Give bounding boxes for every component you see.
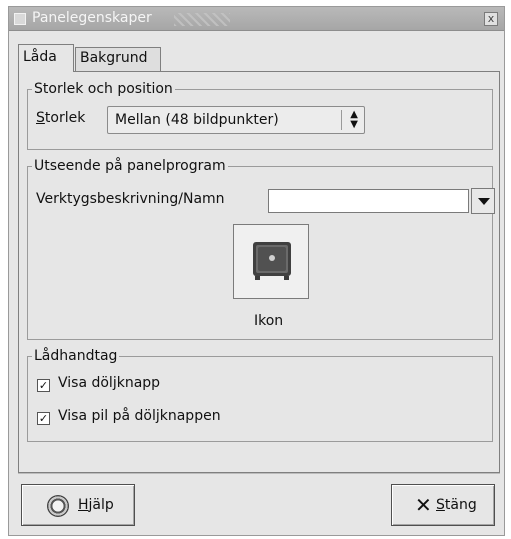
window-menu-icon[interactable] (14, 13, 26, 25)
panel-appearance-frame: Utseende på panelprogram Verktygsbeskriv… (27, 158, 495, 340)
tooltip-name-input[interactable] (268, 189, 469, 213)
show-arrow-label: Visa pil på döljknappen (58, 408, 221, 424)
title-grip-icon (174, 13, 230, 26)
tab-lada[interactable]: Låda (18, 44, 74, 72)
size-combo-value: Mellan (48 bildpunkter) (115, 112, 279, 128)
size-combo[interactable]: Mellan (48 bildpunkter) ▲ ▼ (107, 106, 365, 134)
close-button-label: Stäng (436, 497, 477, 513)
show-arrow-checkbox[interactable]: ✓ (37, 412, 50, 425)
icon-caption: Ikon (254, 313, 284, 329)
tab-panel: Storlek och position Storlek Mellan (48 … (18, 71, 500, 473)
bottom-separator (18, 473, 500, 474)
tooltip-name-label: Verktygsbeskrivning/Namn (36, 191, 225, 207)
combo-separator (341, 110, 342, 130)
frame-title-size-position: Storlek och position (32, 81, 175, 97)
help-button[interactable]: Hjälp (21, 484, 135, 526)
title-bar: Panelegenskaper x (9, 7, 504, 31)
drawer-safe-icon (253, 242, 291, 280)
show-hide-button-label: Visa döljknapp (58, 375, 161, 391)
icon-picker-button[interactable] (233, 224, 309, 299)
chevron-down-icon (478, 198, 490, 205)
up-down-icon: ▲ ▼ (350, 109, 358, 130)
size-label: Storlek (36, 110, 86, 126)
close-button[interactable]: ✕ Stäng (391, 484, 495, 526)
window-title: Panelegenskaper (32, 10, 152, 26)
tooltip-dropdown-button[interactable] (471, 188, 495, 214)
drawer-handle-frame: Lådhandtag ✓ Visa döljknapp ✓ Visa pil p… (27, 348, 493, 442)
close-icon: ✕ (415, 493, 432, 517)
frame-title-drawer-handle: Lådhandtag (32, 348, 120, 364)
size-position-frame: Storlek och position Storlek Mellan (48 … (27, 81, 493, 150)
frame-title-appearance: Utseende på panelprogram (32, 158, 228, 174)
close-window-icon[interactable]: x (484, 12, 498, 26)
help-button-label: Hjälp (78, 497, 114, 513)
tab-bakgrund[interactable]: Bakgrund (75, 47, 161, 72)
panel-properties-window: Panelegenskaper x Låda Bakgrund Storlek … (8, 6, 505, 536)
lifebuoy-icon (47, 495, 69, 517)
show-hide-button-checkbox[interactable]: ✓ (37, 379, 50, 392)
